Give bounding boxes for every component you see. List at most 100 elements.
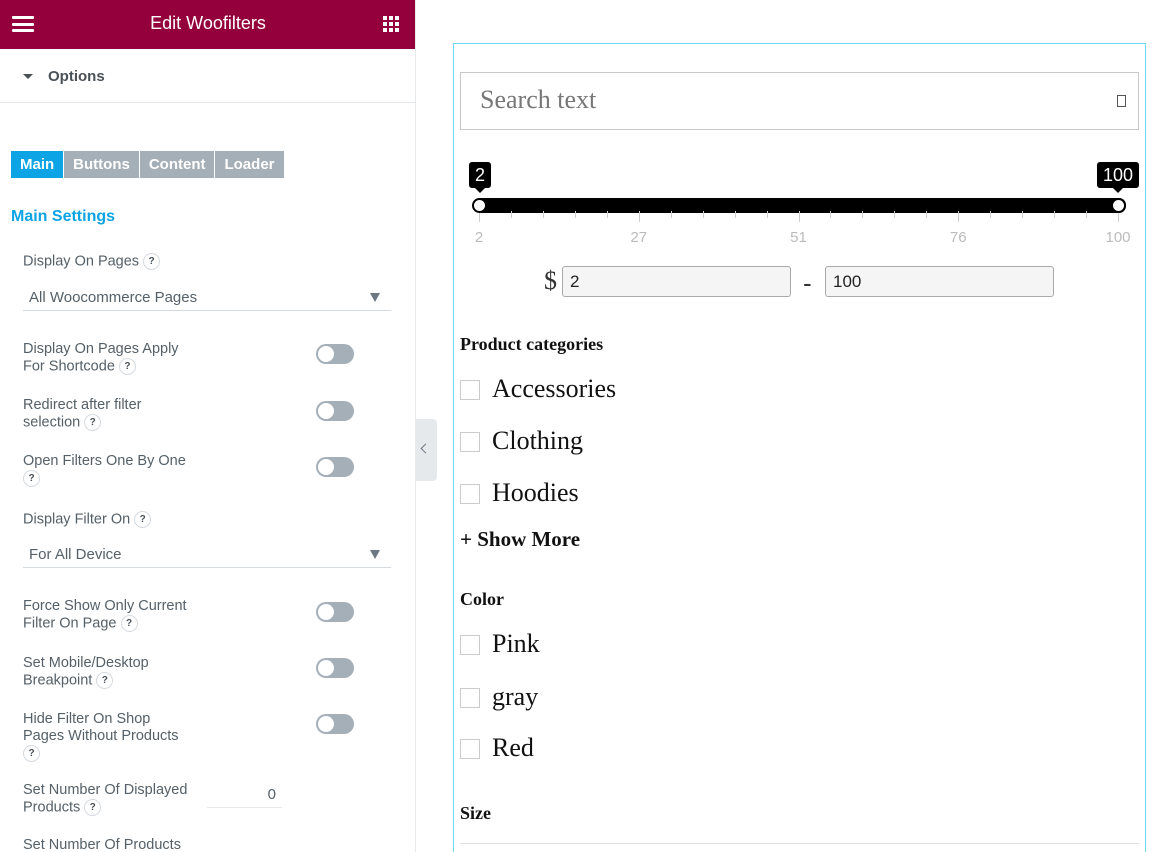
slider-tick [1086, 211, 1088, 218]
hide-filter-toggle[interactable] [316, 714, 354, 734]
slider-grid-label: 100 [1105, 229, 1131, 246]
hide-filter-label: Hide Filter On Shop Pages Without Produc… [23, 711, 179, 762]
display-on-pages-label: Display On Pages? [23, 253, 161, 270]
redirect-label: Redirect after filter selection? [23, 397, 141, 431]
breakpoint-label: Set Mobile/Desktop Breakpoint? [23, 655, 149, 689]
tab-content[interactable]: Content [139, 151, 215, 178]
tab-main[interactable]: Main [11, 151, 64, 178]
help-icon[interactable]: ? [23, 745, 40, 762]
label-line: Products [23, 799, 81, 816]
section-title: Main Settings [11, 208, 116, 225]
slider-tick [958, 211, 960, 222]
label-line: Display On Pages Apply [23, 341, 179, 357]
option-label: Clothing [492, 426, 584, 455]
editor-panel: Edit Woofilters Options Main Buttons Con… [0, 0, 416, 852]
label-line: Set Mobile/Desktop [23, 655, 149, 671]
slider-grid-label: 76 [949, 229, 967, 246]
help-icon[interactable]: ? [118, 358, 136, 375]
option-label: Hoodies [492, 478, 579, 507]
categories-title: Product categories [460, 334, 604, 354]
select-value: For All Device [29, 546, 122, 563]
slider-tick [830, 211, 832, 218]
label-line: Redirect after filter [23, 397, 142, 413]
redirect-toggle[interactable] [316, 401, 354, 421]
option-label: Accessories [492, 374, 617, 403]
display-filter-on-label: Display Filter On? [23, 511, 152, 528]
checkbox[interactable] [460, 688, 480, 708]
help-icon[interactable]: ? [134, 511, 152, 528]
help-icon[interactable]: ? [84, 414, 102, 431]
dropdown-arrow-icon [370, 293, 380, 302]
slider-tick [510, 211, 512, 218]
slider-max-handle[interactable] [1111, 198, 1126, 213]
slider-tick [1022, 211, 1024, 218]
force-show-label: Force Show Only Current Filter On Page? [23, 598, 187, 632]
slider-tick [990, 211, 992, 218]
label-line: Force Show Only Current [23, 598, 187, 614]
display-filter-on-select[interactable]: For All Device [23, 541, 391, 568]
apply-shortcode-toggle[interactable] [316, 344, 354, 364]
tab-buttons[interactable]: Buttons [64, 151, 139, 178]
checkbox[interactable] [460, 380, 480, 400]
slider-min-tooltip: 2 [469, 162, 491, 193]
help-icon[interactable]: ? [143, 253, 161, 270]
slider-min-handle[interactable] [472, 198, 487, 213]
slider-tick [1054, 211, 1056, 218]
display-on-pages-select[interactable]: All Woocommerce Pages [23, 284, 391, 311]
slider-grid-label: 51 [790, 229, 807, 246]
label-line: Set Number Of Products [23, 837, 181, 852]
slider-tick [734, 211, 736, 218]
label-text: Display Filter On [23, 511, 131, 528]
label-line: For Shortcode [23, 358, 115, 375]
options-section-toggle[interactable]: Options [0, 53, 415, 103]
slider-tick [638, 211, 640, 222]
price-to-input[interactable] [825, 266, 1054, 297]
apply-shortcode-label: Display On Pages Apply For Shortcode? [23, 341, 179, 375]
breakpoint-toggle[interactable] [316, 658, 354, 678]
help-icon[interactable]: ? [96, 672, 114, 689]
slider-tick [574, 211, 576, 218]
label-line: selection [23, 414, 81, 431]
option-label: Red [492, 733, 534, 762]
dropdown-arrow-icon [370, 550, 380, 559]
price-from-input[interactable] [562, 266, 791, 297]
displayed-products-input[interactable] [207, 781, 282, 808]
show-more-link[interactable]: + Show More [460, 527, 580, 552]
label-line: Set Number Of Displayed [23, 782, 188, 798]
help-icon[interactable]: ? [120, 615, 138, 632]
options-label: Options [48, 68, 105, 85]
option-label: Pink [492, 629, 540, 658]
open-filters-toggle[interactable] [316, 457, 354, 477]
tab-loader[interactable]: Loader [215, 151, 284, 178]
slider-track[interactable] [474, 198, 1126, 213]
widgets-grid-icon[interactable] [383, 16, 399, 32]
chevron-left-icon [420, 443, 431, 454]
slider-tick [542, 211, 544, 218]
search-icon[interactable] [1117, 95, 1126, 107]
slider-grid-label: 27 [630, 229, 648, 246]
slider-max-tooltip: 100 [1097, 162, 1139, 193]
slider-grid-label: 2 [474, 229, 484, 246]
slider-tick [862, 211, 864, 218]
settings-tabs: Main Buttons Content Loader [11, 151, 285, 178]
checkbox[interactable] [460, 739, 480, 759]
color-title: Color [460, 589, 504, 609]
slider-tick [926, 211, 928, 218]
label-line: Open Filters One By One [23, 453, 186, 469]
panel-collapse-handle[interactable] [416, 419, 437, 481]
checkbox[interactable] [460, 484, 480, 504]
checkbox[interactable] [460, 432, 480, 452]
force-show-toggle[interactable] [316, 602, 354, 622]
help-icon[interactable]: ? [84, 799, 102, 816]
search-input[interactable]: Search text [460, 72, 1139, 130]
open-filters-label: Open Filters One By One ? [23, 453, 186, 487]
currency-symbol: $ [544, 266, 557, 295]
displayed-products-label: Set Number Of Displayed Products? [23, 782, 187, 816]
option-label: gray [492, 682, 539, 711]
slider-tick [606, 211, 608, 218]
checkbox[interactable] [460, 635, 480, 655]
caret-down-icon [23, 74, 33, 79]
range-separator: - [803, 268, 812, 298]
slider-tick [702, 211, 704, 218]
help-icon[interactable]: ? [23, 470, 40, 487]
